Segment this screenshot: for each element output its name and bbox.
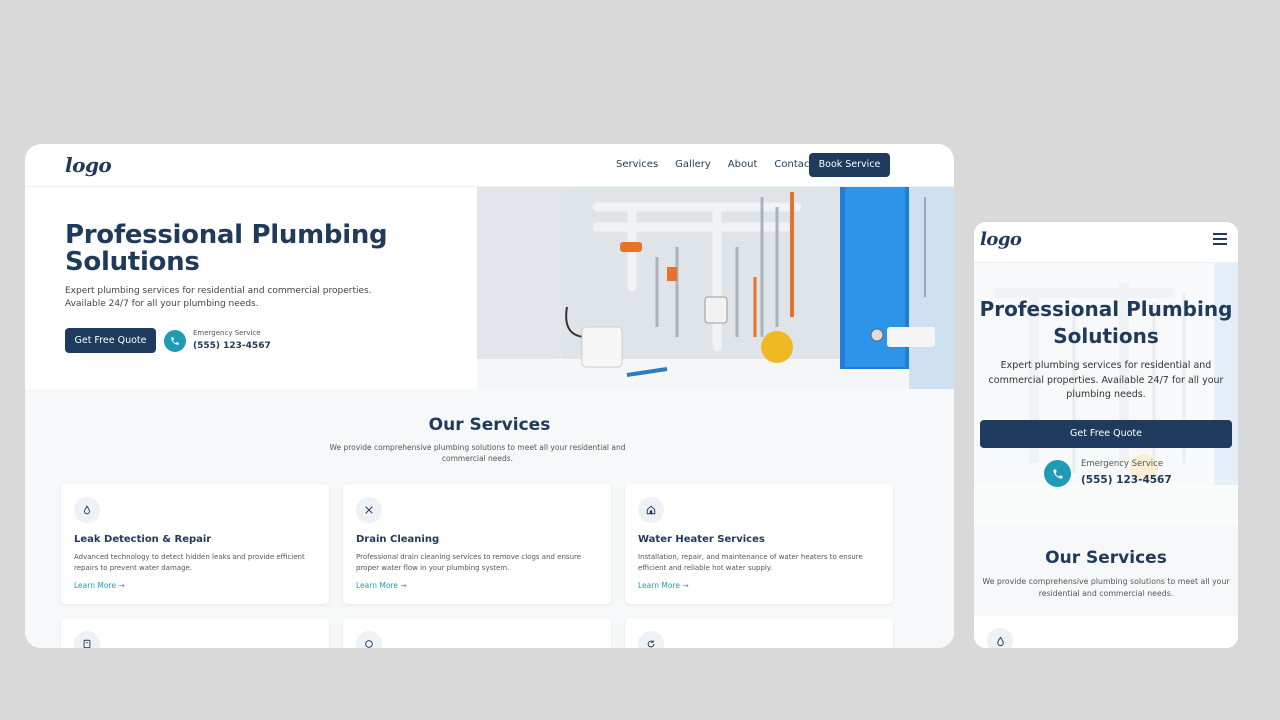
learn-more-link[interactable]: Learn More → <box>74 581 125 590</box>
services-section: Our Services We provide comprehensive pl… <box>25 389 954 648</box>
logo[interactable]: logo <box>65 153 112 177</box>
hero-section: Professional Plumbing Solutions Expert p… <box>25 187 954 389</box>
service-title: Drain Cleaning <box>356 534 440 545</box>
services-subtitle: We provide comprehensive plumbing soluti… <box>982 577 1230 598</box>
hero-title: Professional Plumbing Solutions <box>65 220 388 277</box>
phone-number[interactable]: (555) 123-4567 <box>193 341 271 351</box>
refresh-icon <box>638 631 664 648</box>
get-quote-button[interactable]: Get Free Quote <box>980 420 1232 448</box>
hamburger-icon[interactable] <box>1213 233 1227 248</box>
service-card[interactable]: Drain Cleaning Professional drain cleani… <box>343 484 611 604</box>
logo[interactable]: logo <box>980 229 1022 250</box>
tools-icon <box>356 497 382 523</box>
book-service-button[interactable]: Book Service <box>809 153 890 177</box>
service-card[interactable]: Leak Detection & Repair Advanced technol… <box>61 484 329 604</box>
get-quote-button[interactable]: Get Free Quote <box>65 328 156 353</box>
learn-more-link[interactable]: Learn More → <box>638 581 689 590</box>
service-description: Advanced technology to detect hidden lea… <box>74 553 305 572</box>
service-card[interactable] <box>974 616 1238 648</box>
nav-link-services[interactable]: Services <box>616 159 658 170</box>
circle-icon <box>356 631 382 648</box>
phone-icon[interactable] <box>1044 460 1071 487</box>
services-subtitle: We provide comprehensive plumbing soluti… <box>329 443 626 463</box>
desktop-preview: logo Services Gallery About Contact Book… <box>25 144 954 648</box>
droplet-icon <box>74 497 100 523</box>
clipboard-icon <box>74 631 100 648</box>
emergency-label: Emergency Service <box>193 329 261 337</box>
emergency-label: Emergency Service <box>1081 459 1164 469</box>
hero-title: Professional Plumbing Solutions <box>979 297 1233 348</box>
nav-link-contact[interactable]: Contact <box>774 159 813 170</box>
hero-subtitle: Expert plumbing services for residential… <box>988 360 1224 400</box>
hero-subtitle: Expert plumbing services for residential… <box>65 286 372 309</box>
service-description: Professional drain cleaning services to … <box>356 553 582 572</box>
mobile-hero-section: Professional Plumbing Solutions Expert p… <box>974 263 1238 525</box>
nav-links: Services Gallery About Contact <box>616 159 813 170</box>
nav-link-about[interactable]: About <box>728 159 758 170</box>
mobile-navbar: logo <box>974 222 1238 263</box>
service-card[interactable] <box>61 618 329 648</box>
learn-more-link[interactable]: Learn More → <box>356 581 407 590</box>
desktop-navbar: logo Services Gallery About Contact Book… <box>25 144 954 187</box>
droplet-icon <box>987 628 1013 648</box>
nav-link-gallery[interactable]: Gallery <box>675 159 711 170</box>
service-card[interactable]: Water Heater Services Installation, repa… <box>625 484 893 604</box>
service-card[interactable] <box>343 618 611 648</box>
mobile-preview: logo Professional Plumbing Solutions Exp… <box>974 222 1238 648</box>
services-title: Our Services <box>428 415 551 435</box>
house-icon <box>638 497 664 523</box>
service-title: Water Heater Services <box>638 534 765 545</box>
service-card[interactable] <box>625 618 893 648</box>
services-title: Our Services <box>1045 548 1167 568</box>
phone-icon[interactable] <box>164 330 186 352</box>
mobile-services-section: Our Services We provide comprehensive pl… <box>974 525 1238 648</box>
phone-number[interactable]: (555) 123-4567 <box>1081 474 1172 486</box>
service-description: Installation, repair, and maintenance of… <box>638 553 863 572</box>
service-title: Leak Detection & Repair <box>74 534 212 545</box>
hero-plumbing-image <box>477 187 954 389</box>
